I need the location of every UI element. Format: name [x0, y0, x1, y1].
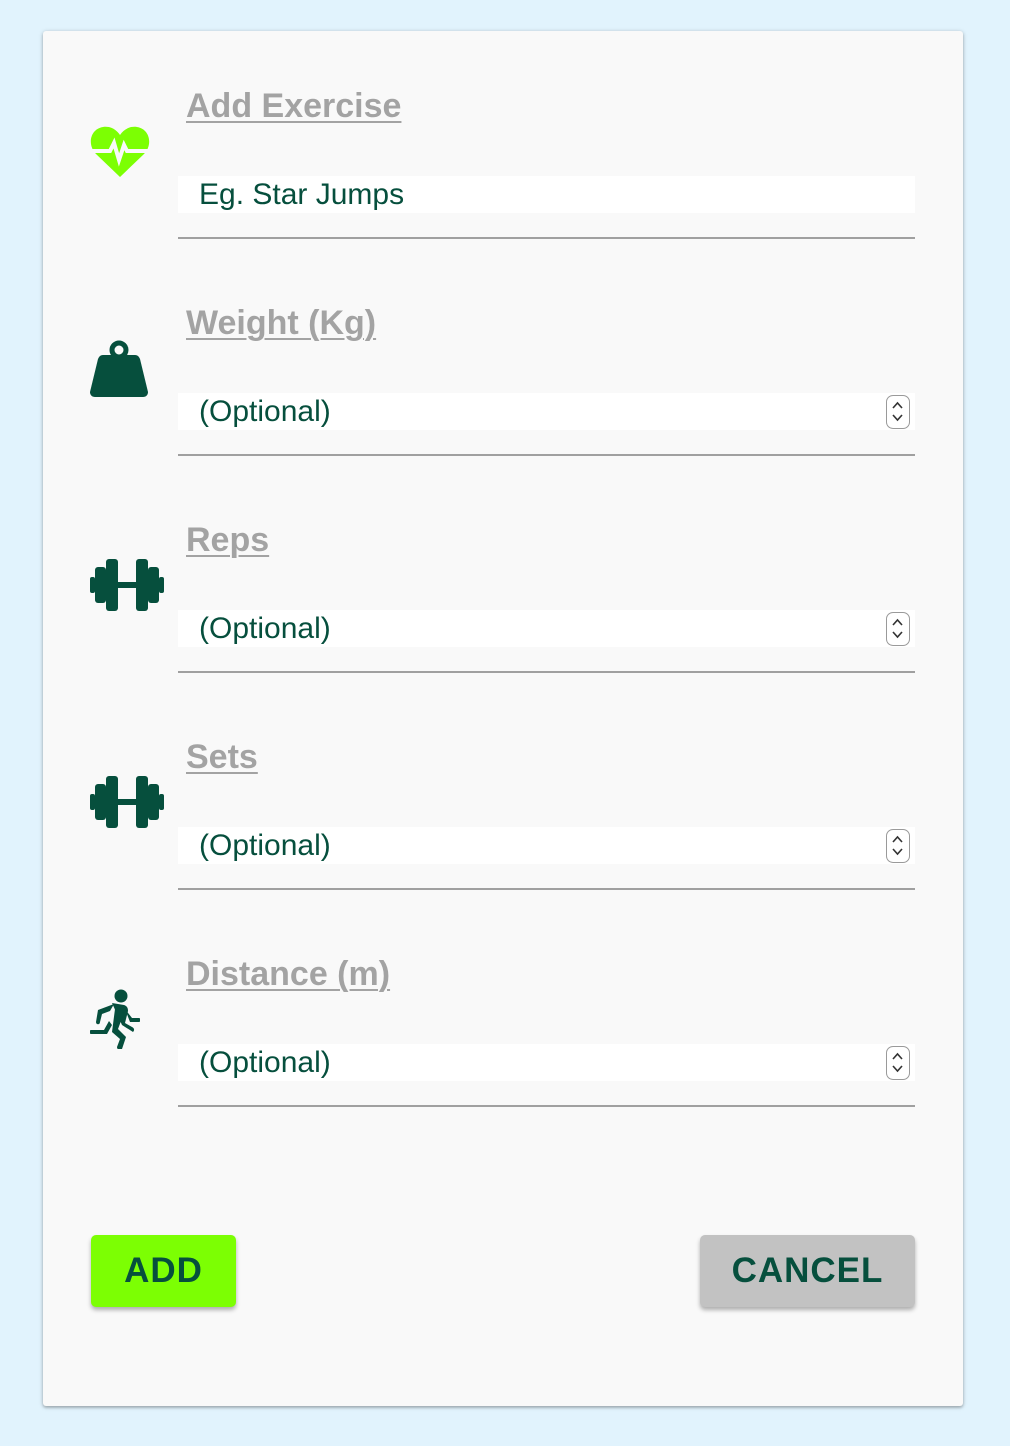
reps-underline [178, 671, 915, 673]
exercise-name-underline [178, 237, 915, 239]
weight-stepper[interactable] [886, 395, 910, 429]
reps-stepper[interactable] [886, 612, 910, 646]
weight-row: Weight (Kg) [43, 248, 963, 456]
chevron-down-icon[interactable] [892, 848, 903, 856]
distance-stepper[interactable] [886, 1046, 910, 1080]
chevron-up-icon[interactable] [892, 401, 903, 409]
distance-label: Distance (m) [186, 955, 391, 993]
weight-input[interactable] [178, 393, 915, 430]
chevron-down-icon[interactable] [892, 1065, 903, 1073]
dumbbell-icon [90, 559, 164, 611]
running-icon [90, 989, 140, 1049]
chevron-up-icon[interactable] [892, 618, 903, 626]
reps-row: Reps [43, 465, 963, 673]
reps-input[interactable] [178, 610, 915, 647]
sets-input[interactable] [178, 827, 915, 864]
exercise-name-row: Add Exercise [43, 31, 963, 239]
reps-label: Reps [186, 521, 270, 559]
chevron-down-icon[interactable] [892, 631, 903, 639]
cancel-button[interactable]: CANCEL [700, 1235, 915, 1307]
exercise-name-input[interactable] [178, 176, 915, 213]
add-exercise-dialog: Add Exercise Weight (Kg) Reps [43, 31, 963, 1406]
weight-icon [90, 340, 148, 397]
distance-input[interactable] [178, 1044, 915, 1081]
distance-underline [178, 1105, 915, 1107]
sets-row: Sets [43, 682, 963, 890]
chevron-down-icon[interactable] [892, 414, 903, 422]
exercise-name-label: Add Exercise [186, 87, 402, 125]
dumbbell-icon [90, 776, 164, 828]
sets-label: Sets [186, 738, 258, 776]
sets-underline [178, 888, 915, 890]
weight-label: Weight (Kg) [186, 304, 377, 342]
distance-row: Distance (m) [43, 899, 963, 1107]
weight-underline [178, 454, 915, 456]
sets-stepper[interactable] [886, 829, 910, 863]
chevron-up-icon[interactable] [892, 1052, 903, 1060]
heartbeat-icon [90, 126, 150, 177]
chevron-up-icon[interactable] [892, 835, 903, 843]
add-button[interactable]: ADD [91, 1235, 236, 1307]
